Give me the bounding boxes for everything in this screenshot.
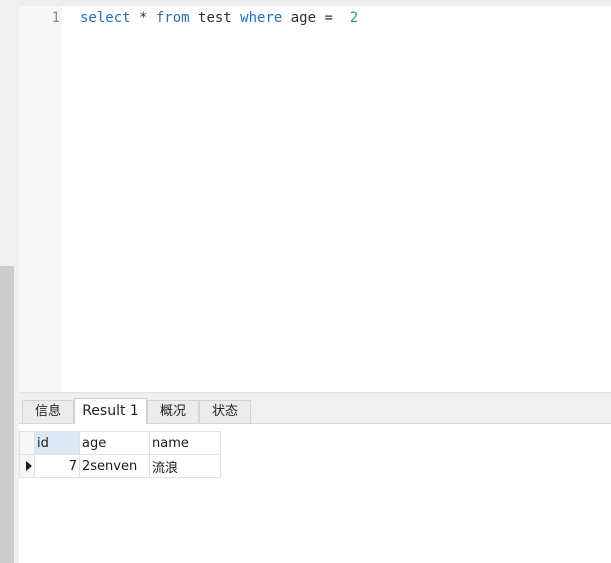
cell-id[interactable]: 7 — [34, 454, 80, 478]
result-tab-bar: 信息 Result 1 概况 状态 — [19, 398, 611, 424]
result-grid: id age name 7 2senven 流浪 — [19, 431, 221, 478]
code-line[interactable]: select * from test where age = 2 — [80, 9, 358, 27]
column-header-name[interactable]: name — [149, 431, 221, 455]
token-condition: age = — [282, 10, 350, 26]
tab-status[interactable]: 状态 — [199, 400, 251, 423]
table-row[interactable]: 7 2senven 流浪 — [19, 454, 221, 478]
current-row-arrow-icon — [26, 461, 32, 471]
token-table: test — [189, 10, 241, 26]
keyword-where: where — [240, 10, 283, 26]
app-window: 1 select * from test where age = 2 信息 Re… — [0, 0, 611, 563]
tab-overview[interactable]: 概况 — [147, 400, 199, 423]
header-indicator-cell — [19, 431, 35, 455]
column-header-age[interactable]: age — [79, 431, 150, 455]
row-indicator — [19, 454, 35, 478]
grid-header-row: id age name — [19, 431, 221, 455]
cell-name[interactable]: 流浪 — [149, 454, 221, 478]
keyword-select: select — [80, 10, 131, 26]
line-number: 1 — [51, 10, 60, 26]
line-gutter: 1 — [19, 6, 62, 392]
tab-info[interactable]: 信息 — [22, 400, 74, 423]
column-header-id[interactable]: id — [34, 431, 80, 455]
sql-editor[interactable]: 1 select * from test where age = 2 — [19, 6, 611, 392]
token-star: * — [130, 10, 156, 26]
left-scroll-track — [0, 266, 14, 563]
result-panel: id age name 7 2senven 流浪 — [19, 424, 611, 563]
cell-age[interactable]: 2senven — [79, 454, 150, 478]
token-number: 2 — [349, 10, 359, 26]
tab-result-1[interactable]: Result 1 — [74, 398, 147, 424]
keyword-from: from — [155, 10, 190, 26]
